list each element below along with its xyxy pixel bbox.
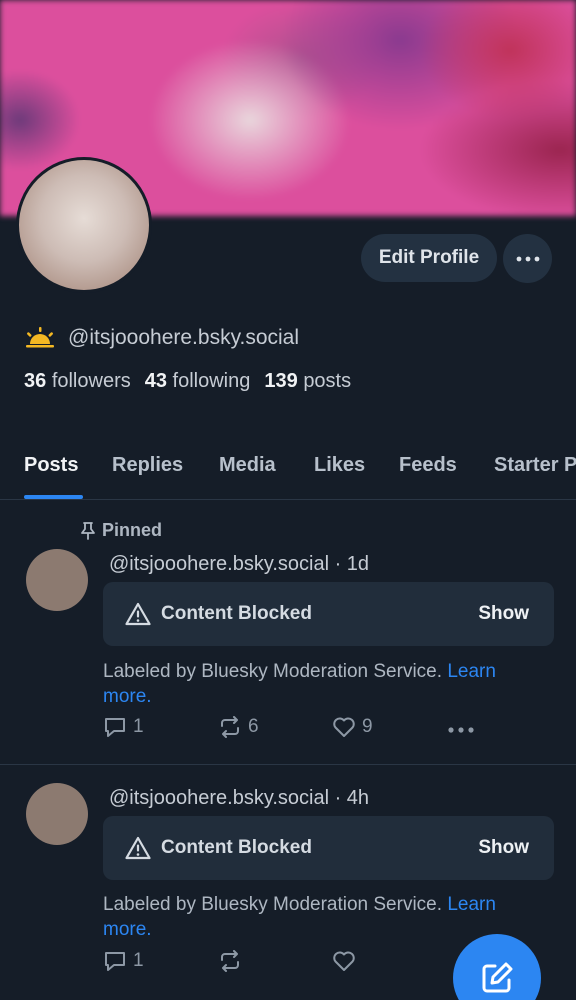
active-tab-indicator [24,495,83,499]
content-blocked-label: Content Blocked [161,603,312,624]
content-blocked-label: Content Blocked [161,837,312,858]
tab-replies[interactable]: Replies [112,454,183,477]
show-content-button[interactable]: Show [478,603,529,625]
post-header[interactable]: @itsjooohere.bsky.social · 4h [109,787,369,810]
more-horizontal-icon [516,256,539,261]
repost-button[interactable] [218,950,248,972]
heart-icon [333,951,355,971]
more-horizontal-icon [448,727,474,733]
pinned-indicator: Pinned [80,520,162,541]
post-actions: 1 6 9 [103,716,503,744]
post-more-button[interactable] [448,720,474,740]
profile-more-button[interactable] [503,234,552,283]
compose-icon [482,962,513,993]
tab-media[interactable]: Media [219,454,276,477]
followers-stat[interactable]: 36 followers [24,370,131,393]
reply-button[interactable]: 1 [103,716,144,738]
like-button[interactable]: 9 [332,716,373,738]
tab-posts[interactable]: Posts [24,454,78,477]
repost-icon [221,950,239,972]
edit-profile-button[interactable]: Edit Profile [361,234,497,282]
post-author-avatar[interactable] [26,549,88,611]
post-actions: 1 [103,950,503,978]
profile-stats: 36 followers 43 following 139 posts [24,370,351,393]
tab-feeds[interactable]: Feeds [399,454,457,477]
repost-button[interactable]: 6 [218,716,259,738]
reply-icon [105,952,125,971]
show-content-button[interactable]: Show [478,837,529,859]
reply-button[interactable]: 1 [103,950,144,972]
feed-post[interactable]: Pinned @itsjooohere.bsky.social · 1d Con… [0,500,576,765]
moderation-note: Labeled by Bluesky Moderation Service. L… [103,894,496,940]
posts-stat: 139 posts [264,370,352,392]
sunrise-icon [26,327,54,348]
following-stat[interactable]: 43 following [145,370,251,393]
content-blocked-banner: Content Blocked Show [103,816,554,880]
profile-avatar[interactable] [16,157,152,293]
moderation-note: Labeled by Bluesky Moderation Service. L… [103,661,496,707]
profile-handle: @itsjooohere.bsky.social [68,326,300,349]
content-blocked-banner: Content Blocked Show [103,582,554,646]
warning-triangle-icon [125,836,151,860]
tab-starter-packs[interactable]: Starter Packs [494,454,576,477]
profile-tabs: Posts Replies Media Likes Feeds Starter … [0,440,576,500]
repost-icon [221,716,239,738]
reply-icon [105,718,125,737]
pin-icon [81,521,95,540]
post-header[interactable]: @itsjooohere.bsky.social · 1d [109,553,369,576]
post-author-avatar[interactable] [26,783,88,845]
warning-triangle-icon [125,602,151,626]
tab-likes[interactable]: Likes [314,454,365,477]
like-button[interactable] [332,950,362,972]
profile-handle-row: @itsjooohere.bsky.social [24,326,299,350]
heart-icon [333,717,355,737]
